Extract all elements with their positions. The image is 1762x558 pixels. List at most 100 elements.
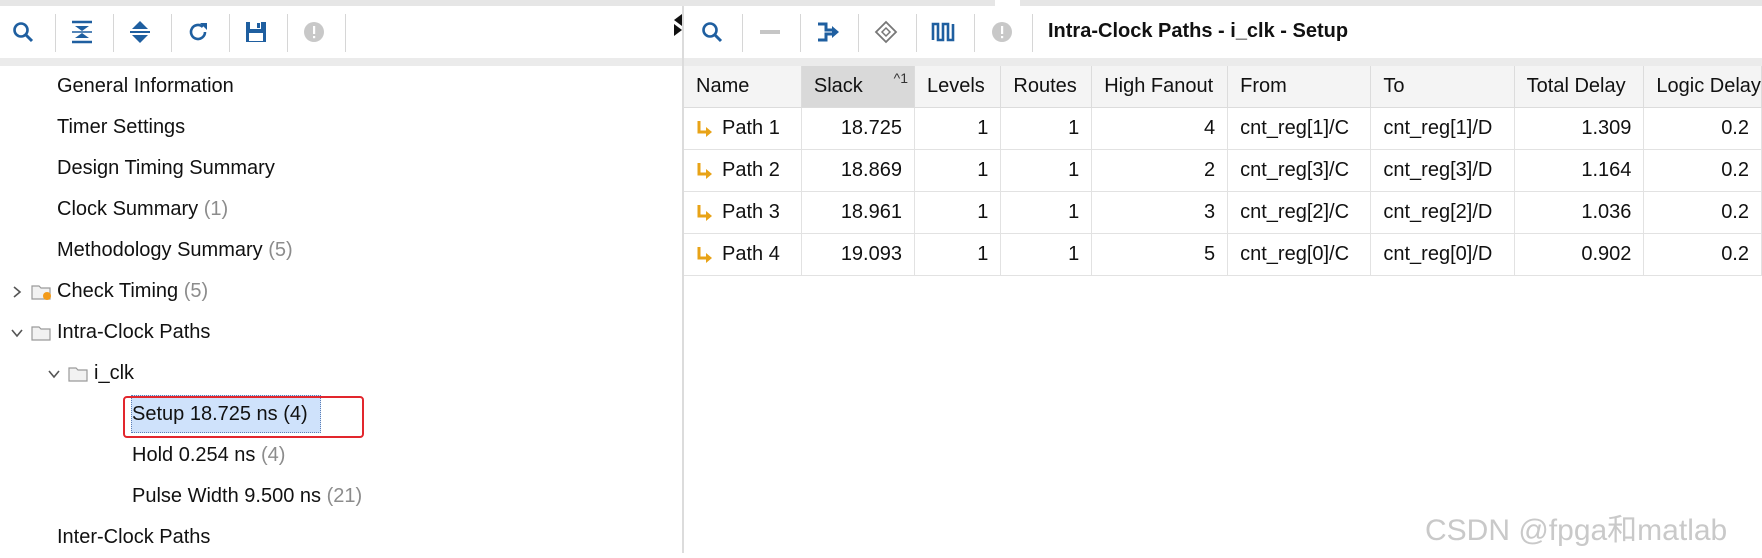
path-name-cell: Path 1 (684, 107, 802, 150)
schematic-icon[interactable] (808, 12, 848, 52)
tree-item-count: (21) (326, 485, 363, 507)
slack-cell: 18.725 (801, 107, 915, 150)
table-row[interactable]: Path 4 19.093 1 1 5 cnt_reg[0]/C cnt_reg… (684, 233, 1762, 276)
from-cell: cnt_reg[2]/C (1227, 191, 1372, 234)
routes-cell: 1 (1000, 107, 1093, 150)
tree-item-timer-settings[interactable]: Timer Settings (0, 107, 682, 148)
toolbar-divider (684, 58, 1762, 66)
tree-item-check-timing[interactable]: Check Timing (5) (0, 271, 682, 312)
slack-cell: 18.961 (801, 191, 915, 234)
annotation-highlight-box (123, 396, 364, 438)
tree-item-count: (5) (183, 280, 209, 302)
table-row[interactable]: Path 3 18.961 1 1 3 cnt_reg[2]/C cnt_reg… (684, 191, 1762, 234)
path-icon (697, 204, 712, 221)
to-cell: cnt_reg[2]/D (1370, 191, 1515, 234)
column-header-from[interactable]: From (1227, 66, 1372, 108)
paths-table-panel: Intra-Clock Paths - i_clk - Setup Name S… (684, 6, 1762, 553)
path-name-cell: Path 4 (684, 233, 802, 276)
collapse-all-icon[interactable] (62, 12, 102, 52)
right-toolbar: Intra-Clock Paths - i_clk - Setup (684, 6, 1762, 58)
tree-item-label: General Information (57, 75, 234, 97)
path-icon (697, 246, 712, 263)
folder-warning-icon (31, 285, 51, 300)
tree-item-clock-summary[interactable]: Clock Summary (1) (0, 189, 682, 230)
logic-delay-cell: 0.2 (1643, 191, 1762, 234)
info-icon[interactable] (982, 12, 1022, 52)
waveform-icon[interactable] (924, 12, 964, 52)
sort-ascending-icon[interactable]: ^1 (894, 70, 908, 86)
tree-item-count: (1) (203, 198, 229, 220)
tree-item-label: Pulse Width 9.500 ns (132, 485, 321, 507)
splitter-collapse-icon[interactable] (674, 14, 682, 36)
from-cell: cnt_reg[3]/C (1227, 149, 1372, 192)
column-header-slack[interactable]: Slack ^1 (801, 66, 915, 108)
logic-delay-cell: 0.2 (1643, 149, 1762, 192)
column-header-to[interactable]: To (1370, 66, 1515, 108)
fanout-cell: 5 (1091, 233, 1229, 276)
fanout-cell: 2 (1091, 149, 1229, 192)
path-icon (697, 120, 712, 137)
chevron-right-icon[interactable] (10, 285, 24, 299)
to-cell: cnt_reg[0]/D (1370, 233, 1515, 276)
routes-cell: 1 (1000, 191, 1093, 234)
logic-delay-cell: 0.2 (1643, 107, 1762, 150)
table-row[interactable]: Path 2 18.869 1 1 2 cnt_reg[3]/C cnt_reg… (684, 149, 1762, 192)
save-icon[interactable] (236, 12, 276, 52)
refresh-icon[interactable] (178, 12, 218, 52)
tree-item-i-clk[interactable]: i_clk (0, 353, 682, 394)
tree-item-label: i_clk (94, 362, 135, 384)
chevron-down-icon[interactable] (10, 326, 24, 340)
logic-delay-cell: 0.2 (1643, 233, 1762, 276)
tree-item-label: Hold 0.254 ns (132, 444, 256, 466)
path-name-cell: Path 3 (684, 191, 802, 234)
routes-cell: 1 (1000, 233, 1093, 276)
diamond-icon[interactable] (866, 12, 906, 52)
to-cell: cnt_reg[1]/D (1370, 107, 1515, 150)
table-row[interactable]: Path 1 18.725 1 1 4 cnt_reg[1]/C cnt_reg… (684, 107, 1762, 150)
tree-item-count: (4) (260, 444, 286, 466)
column-header-total-delay[interactable]: Total Delay (1514, 66, 1645, 108)
info-icon[interactable] (294, 12, 334, 52)
levels-cell: 1 (914, 107, 1002, 150)
column-header-logic-delay[interactable]: Logic Delay (1643, 66, 1762, 108)
tree-item-inter-clock-paths[interactable]: Inter-Clock Paths (0, 517, 682, 558)
path-icon (697, 162, 712, 179)
left-toolbar (0, 6, 682, 58)
tree-item-methodology-summary[interactable]: Methodology Summary (5) (0, 230, 682, 271)
tree-item-pulse-width[interactable]: Pulse Width 9.500 ns (21) (0, 476, 682, 517)
to-cell: cnt_reg[3]/D (1370, 149, 1515, 192)
total-delay-cell: 0.902 (1514, 233, 1645, 276)
tree-item-general-information[interactable]: General Information (0, 66, 682, 107)
tree-item-design-timing-summary[interactable]: Design Timing Summary (0, 148, 682, 189)
tree-item-label: Inter-Clock Paths (57, 526, 211, 548)
column-header-levels[interactable]: Levels (914, 66, 1002, 108)
folder-icon (31, 326, 51, 341)
tree-item-label: Design Timing Summary (57, 157, 275, 179)
levels-cell: 1 (914, 149, 1002, 192)
from-cell: cnt_reg[0]/C (1227, 233, 1372, 276)
from-cell: cnt_reg[1]/C (1227, 107, 1372, 150)
watermark: CSDN @fpga和matlab (1425, 514, 1728, 547)
levels-cell: 1 (914, 233, 1002, 276)
chevron-down-icon[interactable] (47, 367, 61, 381)
tree-item-hold[interactable]: Hold 0.254 ns (4) (0, 435, 682, 476)
tree-item-count: (5) (268, 239, 293, 261)
tree-item-intra-clock-paths[interactable]: Intra-Clock Paths (0, 312, 682, 353)
minus-icon[interactable] (750, 12, 790, 52)
total-delay-cell: 1.309 (1514, 107, 1645, 150)
levels-cell: 1 (914, 191, 1002, 234)
column-header-name[interactable]: Name (684, 66, 802, 108)
expand-all-icon[interactable] (120, 12, 160, 52)
table-header-row: Name Slack ^1 Levels Routes High Fanout F… (684, 66, 1762, 108)
paths-table: Name Slack ^1 Levels Routes High Fanout F… (684, 66, 1762, 276)
tree-item-label: Timer Settings (57, 116, 186, 138)
slack-cell: 19.093 (801, 233, 915, 276)
folder-icon (68, 367, 88, 382)
column-header-routes[interactable]: Routes (1000, 66, 1093, 108)
column-header-high-fanout[interactable]: High Fanout (1091, 66, 1229, 108)
search-icon[interactable] (3, 12, 43, 52)
search-icon[interactable] (692, 12, 732, 52)
toolbar-divider (0, 58, 682, 66)
fanout-cell: 4 (1091, 107, 1229, 150)
tree-item-label: Check Timing (57, 280, 179, 302)
